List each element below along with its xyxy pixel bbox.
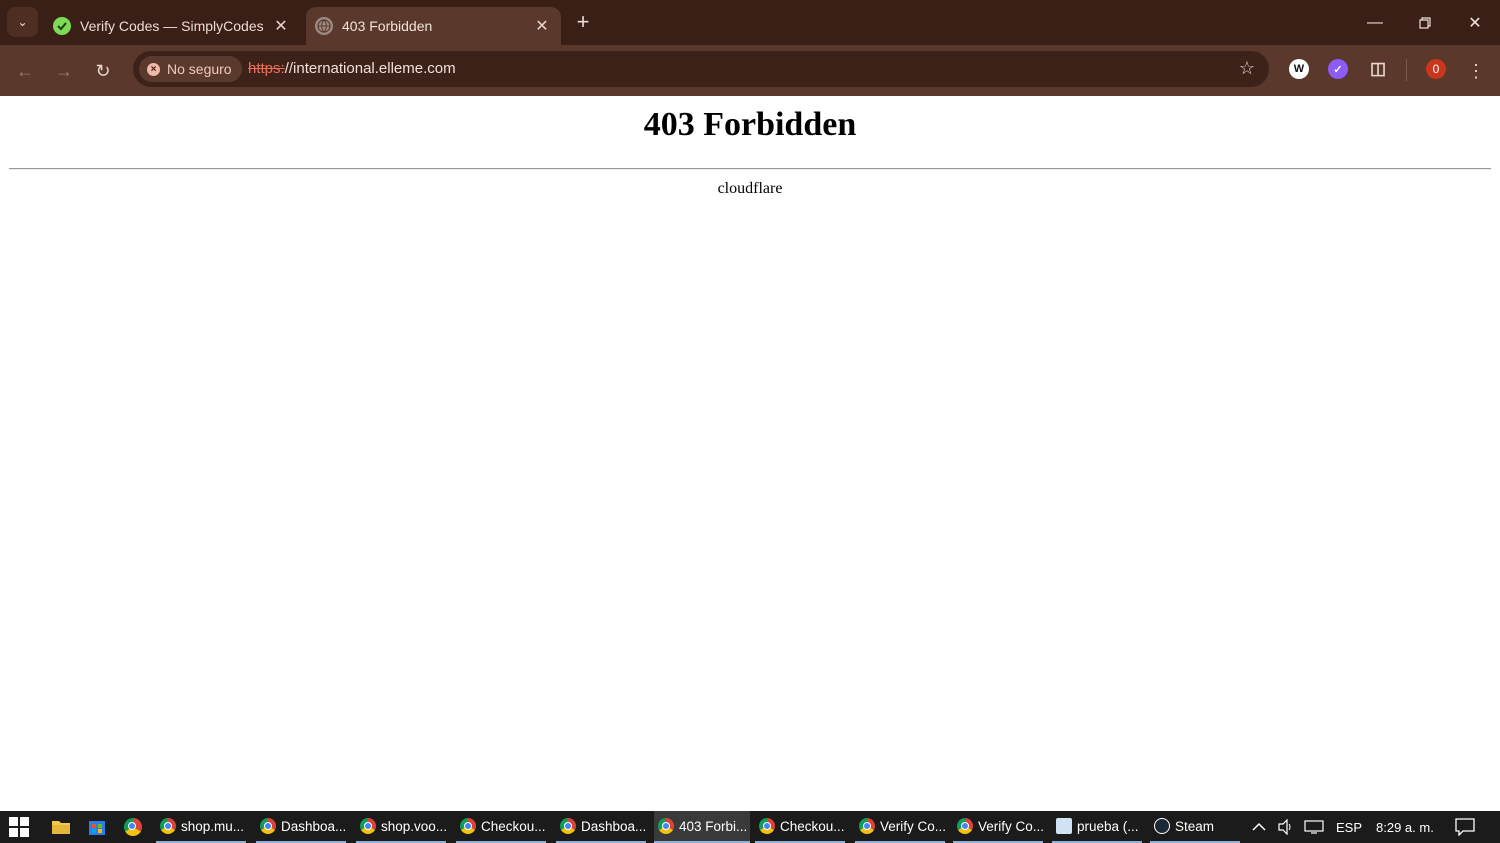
taskbar-app-label: Dashboa... [581, 818, 646, 834]
chrome-icon [759, 818, 775, 834]
steam-icon [1154, 818, 1170, 834]
chrome-icon [859, 818, 875, 834]
back-button[interactable]: ← [11, 57, 39, 85]
tab-403-forbidden[interactable]: 403 Forbidden ✕ [306, 7, 561, 45]
close-icon[interactable]: ✕ [270, 15, 292, 37]
tray-overflow-chevron-icon[interactable] [1252, 811, 1266, 843]
url-host: //international.elleme.com [284, 60, 456, 77]
security-chip[interactable]: × No seguro [139, 56, 242, 82]
tab-title: Verify Codes — SimplyCodes [80, 18, 264, 34]
folder-icon [52, 821, 70, 834]
store-button[interactable] [87, 811, 107, 843]
language-indicator[interactable]: ESP [1336, 811, 1362, 843]
url-scheme: https: [248, 60, 285, 77]
windows-icon [9, 817, 29, 837]
chrome-icon [560, 818, 576, 834]
forward-button[interactable]: → [50, 57, 78, 85]
page-content: 403 Forbidden cloudflare [0, 96, 1500, 811]
volume-icon[interactable] [1277, 811, 1295, 843]
extensions-puzzle-icon[interactable]: ◫ [1368, 59, 1388, 79]
taskbar-app[interactable]: Dashboa... [256, 811, 346, 843]
chrome-icon [160, 818, 176, 834]
taskbar-app-label: Steam [1175, 818, 1215, 834]
restore-button[interactable] [1400, 0, 1450, 45]
tab-title: 403 Forbidden [342, 18, 433, 34]
chrome-icon [957, 818, 973, 834]
taskbar-app[interactable]: shop.mu... [156, 811, 246, 843]
taskbar-app-label: shop.voo... [381, 818, 446, 834]
clock[interactable]: 8:29 a. m. [1376, 811, 1434, 843]
taskbar-app-label: Checkou... [780, 818, 845, 834]
taskbar-app-label: shop.mu... [181, 818, 245, 834]
security-chip-label: No seguro [167, 61, 232, 77]
taskbar-app[interactable]: Dashboa... [556, 811, 646, 843]
extension-simplycodes-icon[interactable]: ✓ [1328, 59, 1348, 79]
tab-verify-codes[interactable]: Verify Codes — SimplyCodes ✕ [44, 7, 300, 45]
taskbar-app[interactable]: shop.voo... [356, 811, 446, 843]
chrome-icon [260, 818, 276, 834]
new-tab-button[interactable]: + [571, 11, 595, 35]
page-title: 403 Forbidden [643, 106, 857, 143]
restore-icon [1419, 16, 1431, 29]
taskbar-app-label: Dashboa... [281, 818, 346, 834]
bookmark-star-icon[interactable]: ☆ [1239, 58, 1255, 79]
taskbar-app-current[interactable]: 403 Forbi... [654, 811, 750, 843]
url-text[interactable]: https://international.elleme.com [248, 60, 456, 77]
tab-strip: ⌄ Verify Codes — SimplyCodes ✕ 403 Forbi… [0, 0, 1500, 45]
not-secure-icon: × [147, 62, 160, 76]
taskbar-app[interactable]: Checkou... [755, 811, 845, 843]
browser-toolbar: ← → ↻ × No seguro https://international.… [0, 45, 1500, 96]
menu-kebab-icon[interactable]: ⋮ [1462, 57, 1490, 85]
extension-w-icon[interactable]: W [1289, 59, 1309, 79]
network-icon[interactable] [1304, 811, 1324, 843]
divider [9, 168, 1491, 170]
taskbar-app[interactable]: Verify Co... [953, 811, 1043, 843]
server-signature: cloudflare [717, 180, 783, 197]
chrome-icon [658, 818, 674, 834]
chrome-pinned-button[interactable] [124, 811, 142, 843]
taskbar-app[interactable]: prueba (... [1052, 811, 1142, 843]
file-explorer-button[interactable] [51, 811, 71, 843]
taskbar-app-label: prueba (... [1077, 818, 1139, 834]
profile-avatar[interactable]: 0 [1426, 59, 1446, 79]
taskbar-app-label: Verify Co... [880, 818, 945, 834]
taskbar-app[interactable]: Verify Co... [855, 811, 945, 843]
chevron-down-icon: ⌄ [17, 15, 28, 29]
start-button[interactable] [8, 811, 30, 843]
minimize-button[interactable]: — [1350, 0, 1400, 45]
close-icon[interactable]: ✕ [531, 15, 553, 37]
chrome-icon [124, 818, 142, 836]
notepad-icon [1056, 818, 1072, 834]
notifications-icon[interactable] [1455, 811, 1475, 843]
store-icon [89, 821, 105, 835]
taskbar-app[interactable]: Checkou... [456, 811, 546, 843]
toolbar-divider [1406, 59, 1407, 81]
address-bar[interactable]: × No seguro https://international.elleme… [133, 51, 1269, 87]
taskbar-app-label: 403 Forbi... [679, 818, 748, 834]
taskbar-app[interactable]: Steam [1150, 811, 1240, 843]
chrome-icon [360, 818, 376, 834]
windows-taskbar: shop.mu... Dashboa... shop.voo... Checko… [0, 811, 1500, 843]
globe-icon [315, 17, 333, 35]
simplycodes-icon [53, 17, 71, 35]
taskbar-app-label: Verify Co... [978, 818, 1043, 834]
close-window-button[interactable]: ✕ [1450, 0, 1500, 45]
reload-button[interactable]: ↻ [89, 57, 117, 85]
chrome-icon [460, 818, 476, 834]
taskbar-app-label: Checkou... [481, 818, 546, 834]
tab-search-button[interactable]: ⌄ [7, 7, 38, 37]
